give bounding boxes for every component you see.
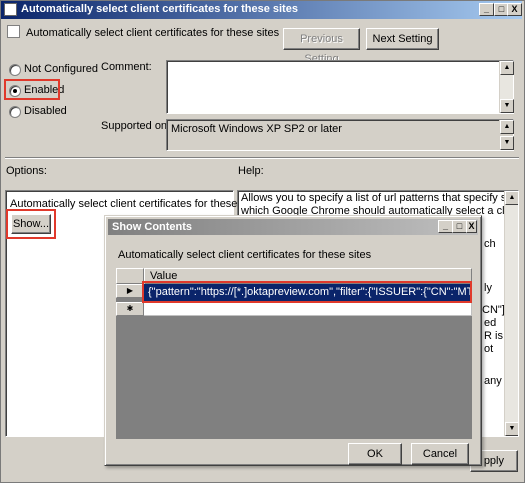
row-marker-new-icon[interactable]: ✱	[116, 302, 144, 316]
scroll-down-icon[interactable]: ▼	[500, 99, 514, 113]
scroll-down-icon[interactable]: ▼	[500, 136, 514, 150]
previous-setting-button[interactable]: Previous Setting	[283, 28, 360, 65]
comment-textarea[interactable]: ▲ ▼	[166, 60, 514, 114]
dialog-maximize-button[interactable]: □	[452, 220, 467, 233]
supported-on-box: Microsoft Windows XP SP2 or later ▲ ▼	[166, 119, 514, 151]
policy-icon	[4, 3, 17, 16]
enabled-highlight-box	[4, 79, 60, 100]
help-fragment: ot	[484, 343, 494, 355]
radio-disabled[interactable]	[9, 106, 21, 118]
ok-button[interactable]: OK	[348, 443, 402, 465]
window-titlebar[interactable]: Automatically select client certificates…	[1, 1, 522, 19]
next-setting-button[interactable]: Next Setting	[366, 28, 439, 50]
scroll-up-icon[interactable]: ▲	[500, 61, 514, 75]
dialog-titlebar[interactable]: Show Contents _ □ X	[108, 219, 478, 235]
radio-not-configured[interactable]	[9, 64, 21, 76]
help-fragment: ch	[484, 238, 496, 250]
comment-scrollbar[interactable]: ▲ ▼	[499, 61, 514, 113]
supported-on-value: Microsoft Windows XP SP2 or later	[171, 123, 342, 135]
supported-on-label: Supported on:	[101, 120, 171, 132]
supported-scrollbar[interactable]: ▲ ▼	[499, 120, 514, 150]
grid-corner	[116, 268, 144, 284]
dialog-title: Show Contents	[112, 221, 193, 233]
setting-icon	[7, 25, 20, 38]
help-fragment: any	[484, 375, 502, 387]
help-fragment: ly	[484, 282, 492, 294]
row-highlight-box	[142, 281, 472, 303]
dialog-close-button[interactable]: X	[466, 220, 477, 233]
close-button[interactable]: X	[507, 3, 522, 16]
show-highlight-box	[6, 209, 56, 239]
scroll-down-icon[interactable]: ▼	[505, 422, 518, 436]
window-title: Automatically select client certificates…	[21, 3, 298, 15]
comment-label: Comment:	[101, 61, 152, 73]
row-marker-current-icon[interactable]: ▶	[116, 284, 144, 298]
help-text-line1: Allows you to specify a list of url patt…	[241, 192, 519, 204]
dialog-minimize-button[interactable]: _	[438, 220, 453, 233]
options-label: Options:	[6, 165, 47, 177]
help-fragment: ed	[484, 317, 497, 329]
setting-name: Automatically select client certificates…	[26, 27, 280, 39]
scroll-up-icon[interactable]: ▲	[500, 120, 514, 134]
dialog-description: Automatically select client certificates…	[118, 249, 372, 261]
help-scrollbar[interactable]: ▲ ▼	[504, 191, 518, 436]
help-label: Help:	[238, 165, 264, 177]
cancel-button[interactable]: Cancel	[411, 443, 469, 465]
help-fragment: R is	[484, 330, 503, 342]
table-row[interactable]	[144, 302, 472, 316]
scroll-up-icon[interactable]: ▲	[505, 191, 518, 205]
help-fragment: CN"]	[482, 304, 505, 316]
radio-disabled-label: Disabled	[24, 105, 67, 117]
minimize-button[interactable]: _	[479, 3, 494, 16]
separator	[5, 157, 519, 159]
radio-not-configured-label: Not Configured	[24, 63, 98, 75]
